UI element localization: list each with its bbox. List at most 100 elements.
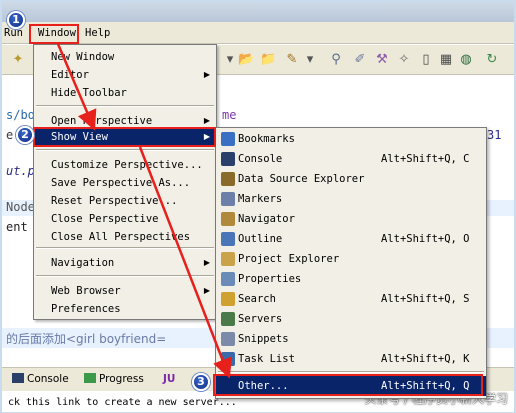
window-menu-item-label: Close All Perspectives (51, 231, 191, 243)
window-menu-item[interactable]: Save Perspective As... (34, 174, 216, 192)
bookmarks-icon (221, 132, 235, 146)
window-menu-item[interactable]: Close Perspective (34, 210, 216, 228)
window-menu-item[interactable]: Editor ▶ (34, 66, 216, 84)
tab-junit[interactable]: JU (163, 373, 175, 385)
editor-text: ut.p (6, 164, 35, 178)
show-view-item-label: Servers (238, 313, 283, 325)
snippets-icon (221, 332, 235, 346)
window-menu-item-label: Save Perspective As... (51, 177, 191, 189)
run-arrow-icon[interactable]: ↻ (484, 52, 500, 68)
show-view-item[interactable]: Navigator (216, 209, 486, 229)
folder-icon[interactable]: 📁 (260, 52, 276, 68)
show-view-item[interactable]: Project Explorer (216, 249, 486, 269)
editor-text: 31 (487, 128, 502, 142)
show-view-item-label: Bookmarks (238, 133, 295, 145)
editor-text: e (6, 128, 14, 142)
show-view-item-label: Project Explorer (238, 253, 340, 265)
highlight-other (213, 374, 483, 396)
highlight-window-menu (29, 24, 79, 44)
pencil-icon[interactable]: ✎ (284, 52, 300, 68)
properties-icon (221, 272, 235, 286)
step-3-badge: 3 (192, 373, 210, 391)
search-icon (221, 292, 235, 306)
progress-icon (84, 373, 96, 383)
tab-progress[interactable]: Progress (84, 373, 144, 385)
run-icon[interactable]: ✦ (10, 52, 26, 68)
window-menu-item-label: Navigation (51, 257, 115, 269)
navigator-icon (221, 212, 235, 226)
title-bar (2, 2, 514, 22)
show-view-item-label: Markers (238, 193, 283, 205)
menu-separator (36, 275, 214, 277)
menu-separator (218, 371, 484, 373)
window-menu-item[interactable]: Hide Toolbar (34, 84, 216, 102)
tab-console-label: Console (27, 373, 69, 385)
project-explorer-icon (221, 252, 235, 266)
show-view-item[interactable]: Data Source Explorer (216, 169, 486, 189)
window-menu-item[interactable]: Customize Perspective... (34, 156, 216, 174)
dropdown-arrow-icon[interactable]: ▾ (302, 52, 318, 68)
step-2-badge: 2 (16, 126, 34, 144)
show-view-item[interactable]: Task List Alt+Shift+Q, K (216, 349, 486, 369)
highlight-show-view (33, 127, 216, 147)
window-menu-item-label: New Window (51, 51, 115, 63)
window-menu: New Window Editor ▶ Hide Toolbar Open Perspe… (33, 44, 217, 320)
menu-separator (36, 247, 214, 249)
submenu-arrow-icon: ▶ (203, 286, 210, 295)
globe-icon[interactable]: ◍ (458, 52, 474, 68)
window-menu-item[interactable]: New Window (34, 48, 216, 66)
menu-separator (36, 149, 214, 151)
window-menu-item[interactable]: Navigation ▶ (34, 254, 216, 272)
show-view-item[interactable]: Servers (216, 309, 486, 329)
show-view-item-label: Snippets (238, 333, 289, 345)
step-1-badge: 1 (7, 11, 25, 29)
brush-icon[interactable]: ✐ (352, 52, 368, 68)
show-view-item[interactable]: Properties (216, 269, 486, 289)
window-menu-item-label: Editor (51, 69, 89, 81)
window-menu-item[interactable]: Close All Perspectives (34, 228, 216, 246)
tab-console[interactable]: Console (12, 373, 69, 385)
menu-separator (36, 105, 214, 107)
wand-icon[interactable]: ✧ (396, 52, 412, 68)
split-icon[interactable]: ▯ (418, 52, 434, 68)
data-source-icon (221, 172, 235, 186)
console-icon (221, 152, 235, 166)
open-folder-icon[interactable]: 📂 (238, 52, 254, 68)
show-view-item[interactable]: Search Alt+Shift+Q, S (216, 289, 486, 309)
show-view-item-label: Task List (238, 353, 295, 365)
window-menu-item[interactable]: Preferences (34, 300, 216, 318)
submenu-arrow-icon: ▶ (203, 70, 210, 79)
tab-progress-label: Progress (99, 373, 144, 385)
markers-icon (221, 192, 235, 206)
show-view-item[interactable]: Snippets (216, 329, 486, 349)
show-view-item-shortcut: Alt+Shift+Q, O (381, 233, 470, 245)
grid-icon[interactable]: ▦ (438, 52, 454, 68)
window-menu-item-label: Reset Perspective... (51, 195, 178, 207)
window-menu-item-label: Customize Perspective... (51, 159, 203, 171)
servers-icon (221, 312, 235, 326)
window-menu-item-label: Close Perspective (51, 213, 159, 225)
editor-text: 的后面添加<girl boyfriend= (6, 332, 167, 346)
dropdown-arrow-icon[interactable]: ▾ (222, 52, 238, 68)
show-view-item[interactable]: Markers (216, 189, 486, 209)
show-view-item-label: Outline (238, 233, 283, 245)
tool-icon[interactable]: ⚒ (374, 52, 390, 68)
editor-text: me (222, 108, 237, 122)
menu-help[interactable]: Help (85, 27, 110, 39)
tab-junit-label: JU (163, 373, 176, 385)
submenu-arrow-icon: ▶ (203, 258, 210, 267)
pin-icon[interactable]: ⚲ (328, 52, 344, 68)
show-view-submenu: Bookmarks Console Alt+Shift+Q, C Data Sourc… (215, 127, 487, 399)
editor-text: Node (6, 200, 35, 214)
outline-icon (221, 232, 235, 246)
show-view-item-label: Properties (238, 273, 302, 285)
window-menu-item[interactable]: Web Browser ▶ (34, 282, 216, 300)
window-menu-item-label: Hide Toolbar (51, 87, 127, 99)
window-menu-item-label: Open Perspective (51, 115, 153, 127)
window-menu-item[interactable]: Reset Perspective... (34, 192, 216, 210)
show-view-item[interactable]: Bookmarks (216, 129, 486, 149)
show-view-item[interactable]: Outline Alt+Shift+Q, O (216, 229, 486, 249)
show-view-item[interactable]: Console Alt+Shift+Q, C (216, 149, 486, 169)
show-view-item-shortcut: Alt+Shift+Q, S (381, 293, 470, 305)
show-view-item-shortcut: Alt+Shift+Q, C (381, 153, 470, 165)
